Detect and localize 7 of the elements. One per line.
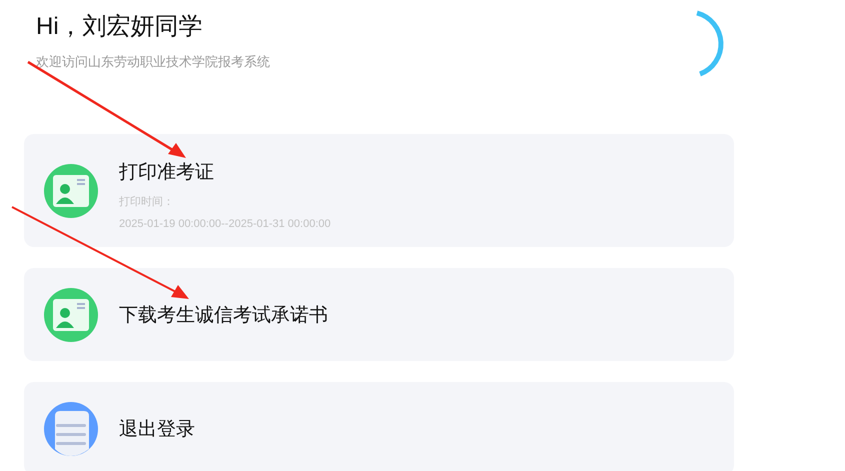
menu-card[interactable]: 退出登录 <box>24 382 734 471</box>
welcome-text: 欢迎访问山东劳动职业技术学院报考系统 <box>36 53 270 71</box>
menu-title: 退出登录 <box>119 418 195 442</box>
menu-title: 打印准考证 <box>119 161 215 185</box>
greeting-title: Hi，刘宏妍同学 <box>36 12 204 42</box>
menu-card[interactable]: 下载考生诚信考试承诺书 <box>24 268 734 361</box>
menu-title: 下载考生诚信考试承诺书 <box>119 304 328 328</box>
